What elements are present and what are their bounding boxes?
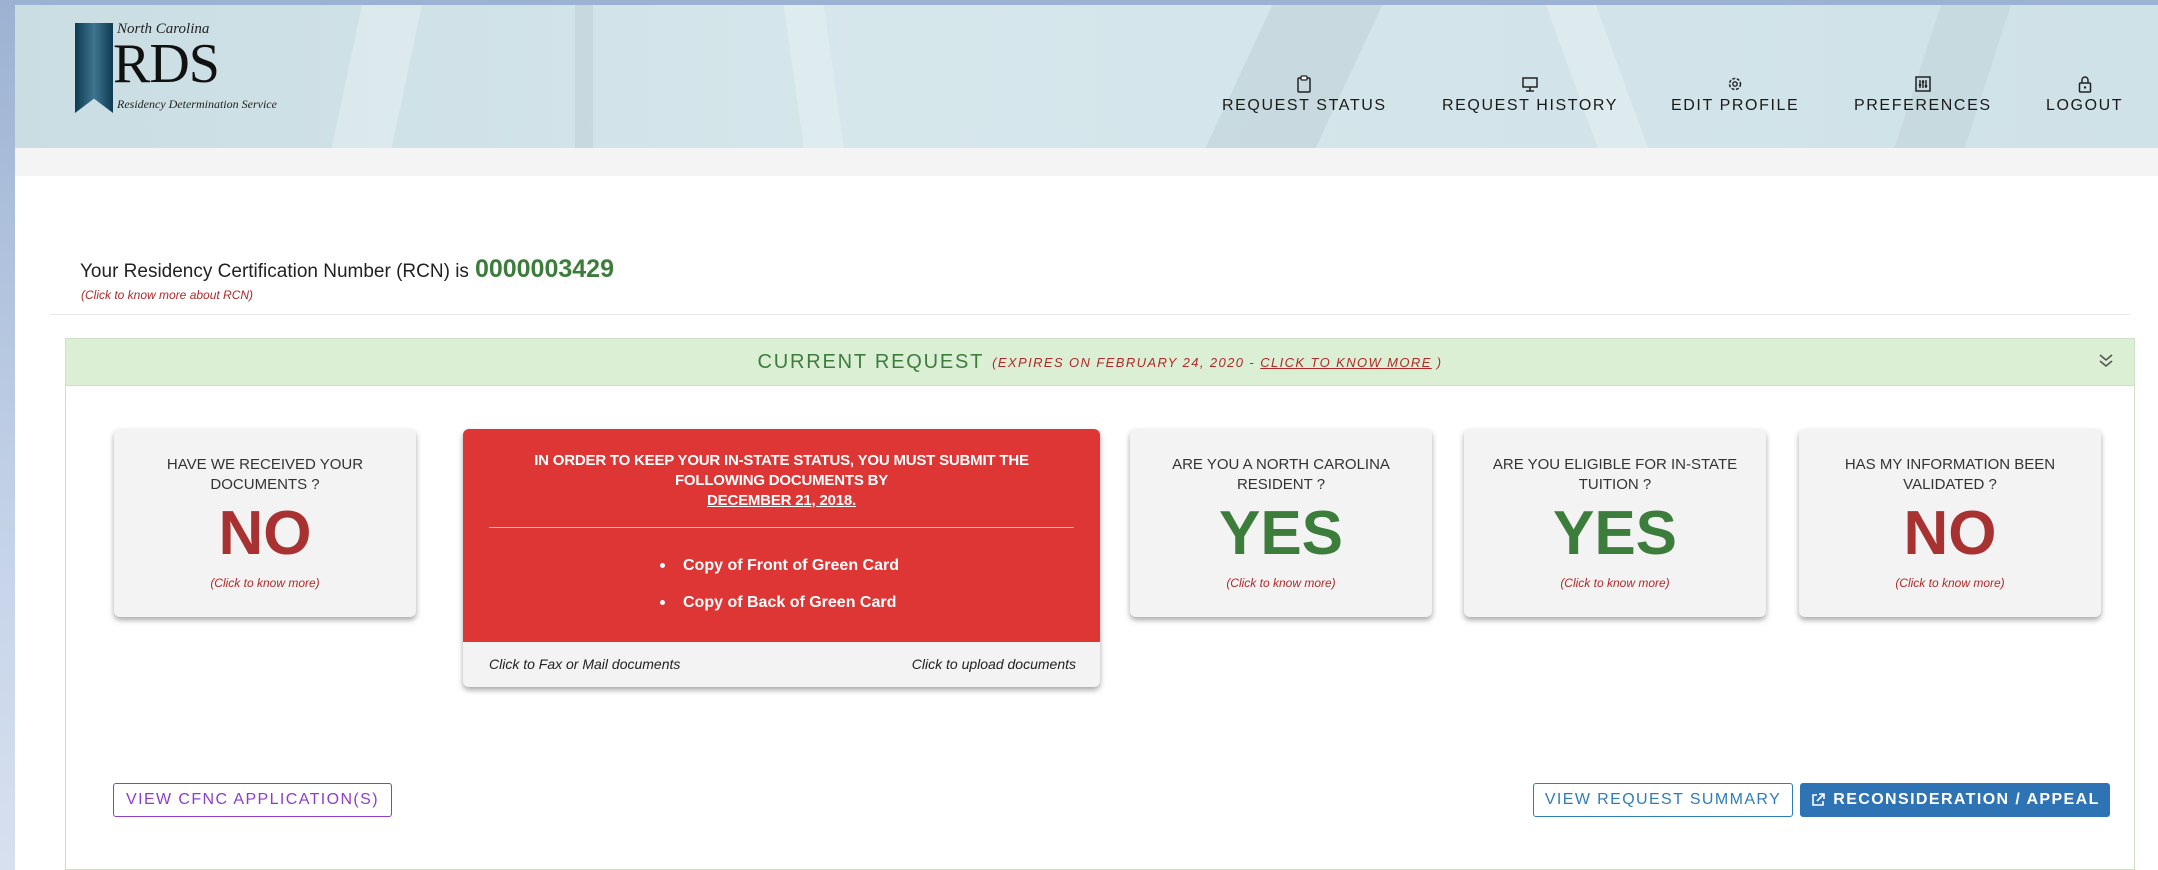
current-request-panel: CURRENT REQUEST (EXPIRES ON FEBRUARY 24,… — [65, 338, 2135, 870]
card-question: ARE YOU ELIGIBLE FOR IN-STATE TUITION ? — [1492, 456, 1738, 493]
site-header: North Carolina RDS Residency Determinati… — [15, 5, 2158, 148]
rcn-label: Your Residency Certification Number (RCN… — [80, 261, 469, 282]
rcn-more-link[interactable]: (Click to know more about RCN) — [81, 288, 253, 302]
nav-label: PREFERENCES — [1854, 97, 1992, 114]
logo-acronym: RDS — [113, 33, 220, 95]
card-answer: NO — [218, 499, 312, 568]
nav-label: REQUEST STATUS — [1222, 97, 1387, 114]
card-more-link[interactable]: (Click to know more) — [1560, 576, 1669, 590]
expires-suffix: ) — [1436, 354, 1443, 370]
sliders-icon — [1914, 75, 1932, 93]
appeal-label: RECONSIDERATION / APPEAL — [1833, 791, 2100, 808]
alert-divider — [489, 527, 1074, 528]
double-chevron-down-icon[interactable] — [2096, 351, 2116, 371]
alert-text: IN ORDER TO KEEP YOUR IN-STATE STATUS, Y… — [534, 452, 1029, 489]
expires-note: (EXPIRES ON FEBRUARY 24, 2020 - CLICK TO… — [992, 355, 1442, 370]
bullet-icon — [660, 563, 665, 568]
fax-mail-link[interactable]: Click to Fax or Mail documents — [489, 656, 680, 672]
presentation-icon — [1521, 75, 1539, 93]
required-documents-list: Copy of Front of Green Card Copy of Back… — [463, 547, 1100, 621]
rcn-value: 0000003429 — [474, 255, 614, 283]
reconsideration-appeal-button[interactable]: RECONSIDERATION / APPEAL — [1800, 783, 2110, 817]
view-cfnc-applications-button[interactable]: VIEW CFNC APPLICATION(S) — [113, 783, 392, 817]
document-name: Copy of Front of Green Card — [683, 557, 899, 574]
card-answer: YES — [1552, 499, 1678, 568]
card-more-link[interactable]: (Click to know more) — [1895, 576, 2004, 590]
alert-deadline: DECEMBER 21, 2018. — [707, 492, 856, 509]
list-item: Copy of Back of Green Card — [463, 584, 1100, 621]
nav-edit-profile[interactable]: EDIT PROFILE — [1671, 75, 1799, 120]
divider — [50, 314, 2130, 315]
rds-logo[interactable]: North Carolina RDS Residency Determinati… — [75, 19, 295, 119]
card-answer: YES — [1218, 499, 1344, 568]
card-more-link[interactable]: (Click to know more) — [210, 576, 319, 590]
information-validated-card[interactable]: HAS MY INFORMATION BEEN VALIDATED ? NO (… — [1799, 429, 2101, 617]
alert-footer: Click to Fax or Mail documents Click to … — [463, 642, 1100, 687]
in-state-tuition-card[interactable]: ARE YOU ELIGIBLE FOR IN-STATE TUITION ? … — [1464, 429, 1766, 617]
nav-label: EDIT PROFILE — [1671, 97, 1800, 114]
clipboard-icon — [1295, 75, 1313, 93]
lock-icon — [2076, 75, 2094, 93]
nav-label: LOGOUT — [2046, 97, 2124, 114]
header-strip — [15, 148, 2158, 176]
rcn-line: Your Residency Certification Number (RCN… — [80, 255, 614, 284]
document-alert: IN ORDER TO KEEP YOUR IN-STATE STATUS, Y… — [463, 429, 1100, 687]
gear-icon — [1726, 75, 1744, 93]
nc-resident-card[interactable]: ARE YOU A NORTH CAROLINA RESIDENT ? YES … — [1130, 429, 1432, 617]
external-link-icon — [1810, 792, 1826, 808]
page: North Carolina RDS Residency Determinati… — [15, 5, 2158, 870]
bullet-icon — [660, 600, 665, 605]
document-name: Copy of Back of Green Card — [683, 594, 897, 611]
nav-request-history[interactable]: REQUEST HISTORY — [1442, 75, 1618, 120]
card-question: HAVE WE RECEIVED YOUR DOCUMENTS ? — [166, 456, 364, 493]
ribbon-logo-icon — [75, 23, 113, 113]
nav-request-status[interactable]: REQUEST STATUS — [1222, 75, 1387, 120]
upload-link[interactable]: Click to upload documents — [912, 656, 1076, 672]
current-request-title: CURRENT REQUEST — [757, 350, 985, 373]
current-request-header[interactable]: CURRENT REQUEST (EXPIRES ON FEBRUARY 24,… — [66, 339, 2134, 386]
expires-link[interactable]: CLICK TO KNOW MORE — [1260, 355, 1432, 370]
card-answer: NO — [1903, 499, 1997, 568]
nav-logout[interactable]: LOGOUT — [2046, 75, 2123, 120]
list-item: Copy of Front of Green Card — [463, 547, 1100, 584]
view-request-summary-button[interactable]: VIEW REQUEST SUMMARY — [1533, 783, 1793, 817]
alert-message: IN ORDER TO KEEP YOUR IN-STATE STATUS, Y… — [503, 451, 1060, 511]
nav-preferences[interactable]: PREFERENCES — [1854, 75, 1992, 120]
documents-received-card[interactable]: HAVE WE RECEIVED YOUR DOCUMENTS ? NO (Cl… — [114, 429, 416, 617]
card-question: HAS MY INFORMATION BEEN VALIDATED ? — [1844, 456, 2056, 493]
card-more-link[interactable]: (Click to know more) — [1226, 576, 1335, 590]
logo-service: Residency Determination Service — [117, 97, 277, 111]
card-question: ARE YOU A NORTH CAROLINA RESIDENT ? — [1172, 456, 1390, 493]
expires-prefix: (EXPIRES ON FEBRUARY 24, 2020 - — [992, 354, 1256, 370]
alert-body: IN ORDER TO KEEP YOUR IN-STATE STATUS, Y… — [463, 429, 1100, 642]
nav-label: REQUEST HISTORY — [1442, 97, 1619, 114]
